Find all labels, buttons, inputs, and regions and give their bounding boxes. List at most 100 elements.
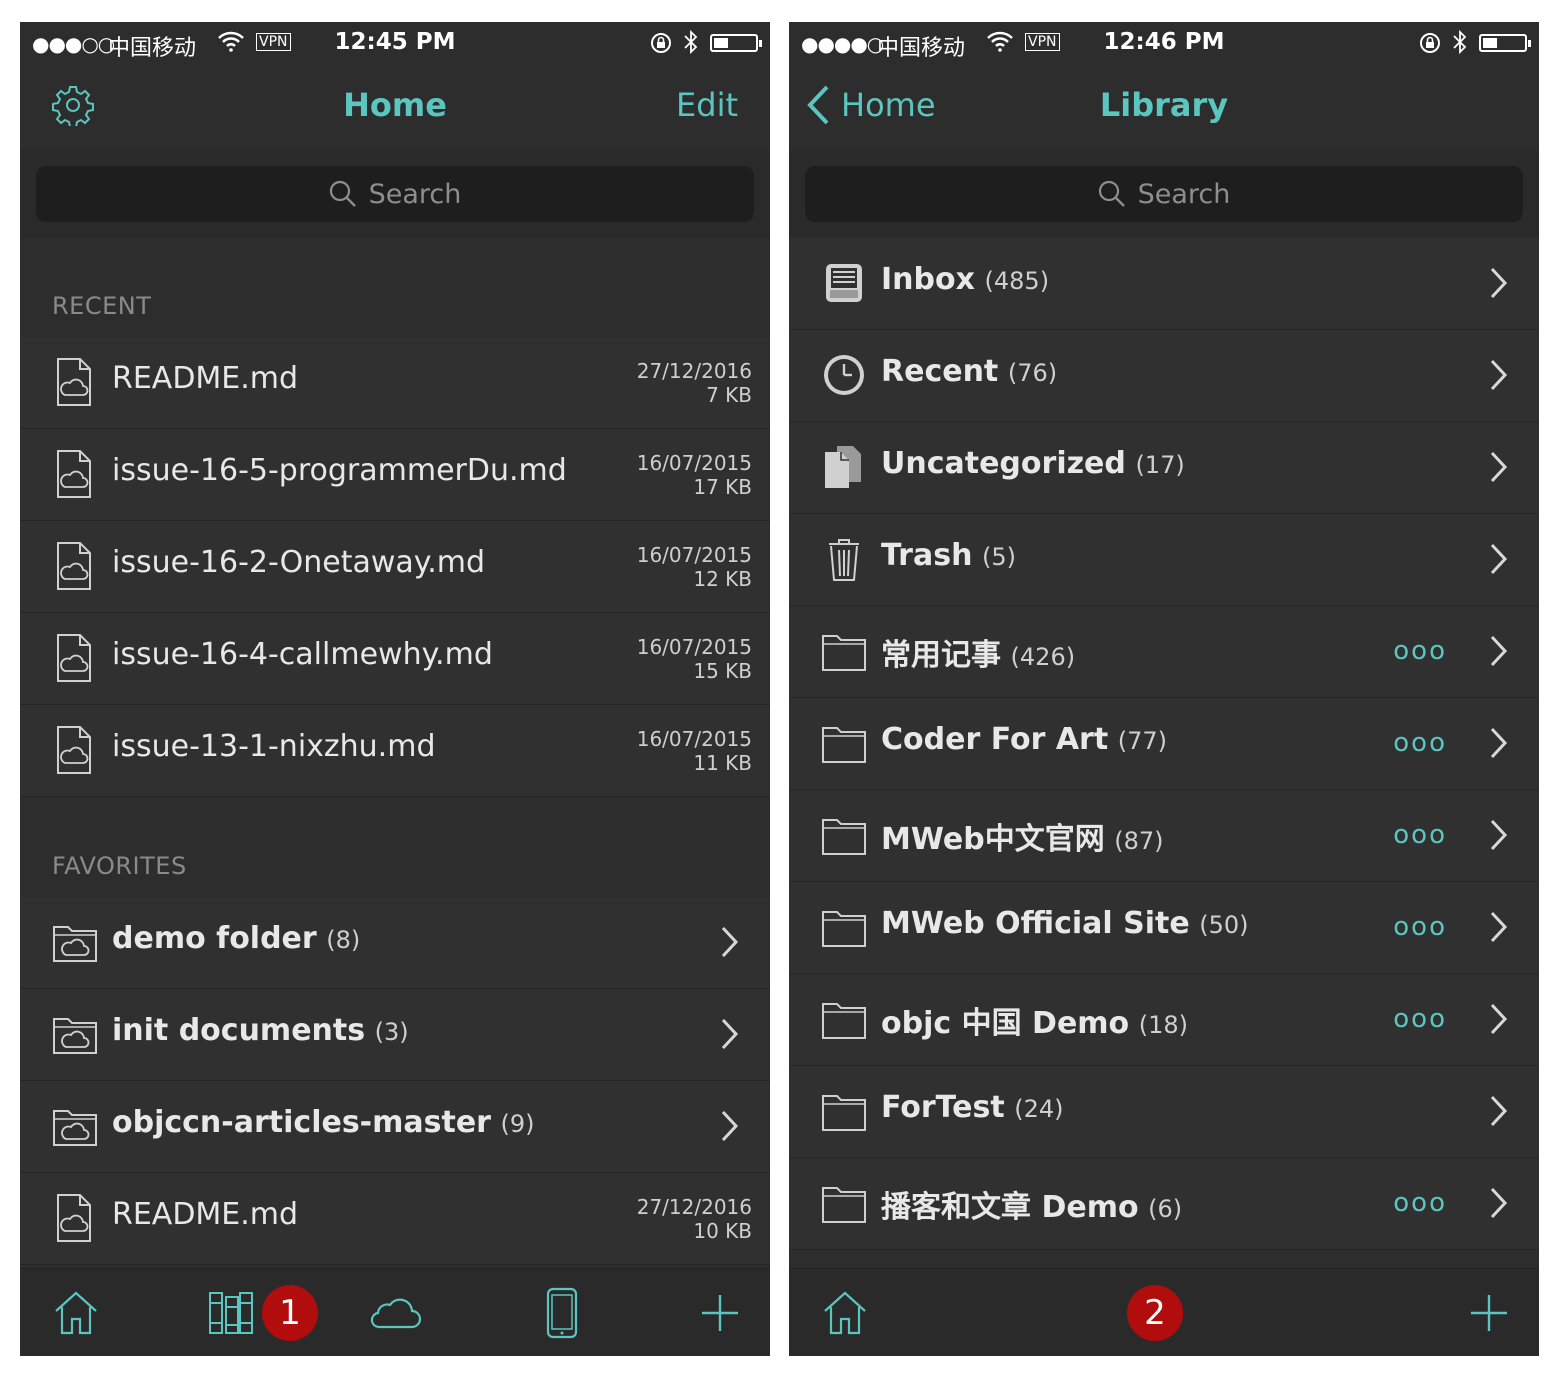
library-item-mweb-official-site[interactable]: MWeb Official Site (50) ooo	[789, 882, 1539, 974]
library-item-objc-demo[interactable]: objc 中国 Demo (18) ooo	[789, 974, 1539, 1066]
library-item-label: Recent (76)	[881, 354, 1057, 389]
folder-count: (8)	[326, 926, 361, 954]
home-tab-icon[interactable]	[819, 1287, 871, 1339]
library-item-item[interactable]: 常用记事 (426) ooo	[789, 606, 1539, 698]
file-name: issue-13-1-nixzhu.md	[112, 729, 436, 764]
recent-section-header: RECENT	[52, 292, 152, 320]
library-item-mweb[interactable]: MWeb中文官网 (87) ooo	[789, 790, 1539, 882]
library-item-fortest[interactable]: ForTest (24)	[789, 1066, 1539, 1158]
folder-cloud-icon	[52, 1101, 97, 1151]
inbox-icon	[821, 260, 867, 306]
file-date: 16/07/2015	[636, 451, 752, 475]
favorite-folder-row[interactable]: demo folder (8)	[20, 897, 770, 989]
tab-bar: 1	[20, 1268, 770, 1356]
library-item-trash[interactable]: Trash (5)	[789, 514, 1539, 606]
edit-button[interactable]: Edit	[676, 86, 738, 124]
chevron-right-icon	[1489, 1002, 1509, 1036]
library-item-count: (485)	[984, 267, 1050, 295]
search-input[interactable]: Search	[805, 166, 1523, 222]
library-item-label: Uncategorized (17)	[881, 446, 1185, 481]
file-name: README.md	[112, 361, 299, 396]
search-placeholder: Search	[368, 178, 462, 210]
more-options-icon[interactable]: ooo	[1393, 636, 1447, 666]
add-icon[interactable]	[694, 1287, 746, 1339]
home-screen: ●●●○○ 中国移动 VPN 12:45 PM Home Edit Search…	[20, 22, 770, 1356]
library-item-count: (426)	[1010, 643, 1076, 671]
library-item-count: (17)	[1135, 451, 1185, 479]
file-size: 7 KB	[706, 383, 752, 407]
favorite-folder-row[interactable]: init documents (3)	[20, 989, 770, 1081]
clock-icon	[821, 352, 867, 398]
rotation-lock-icon	[1420, 33, 1440, 53]
file-size: 11 KB	[693, 751, 752, 775]
file-cloud-icon	[52, 541, 96, 591]
favorite-folder-row[interactable]: objccn-articles-master (9)	[20, 1081, 770, 1173]
device-tab-icon[interactable]	[536, 1287, 588, 1339]
library-item-demo[interactable]: 播客和文章 Demo (6) ooo	[789, 1158, 1539, 1250]
more-options-icon[interactable]: ooo	[1393, 912, 1447, 942]
folder-label: objccn-articles-master (9)	[112, 1105, 535, 1140]
search-input[interactable]: Search	[36, 166, 754, 222]
file-meta: 16/07/2015 15 KB	[637, 635, 752, 683]
library-item-name: 常用记事	[881, 638, 1001, 673]
folder-name: init documents	[112, 1013, 366, 1048]
favorite-file-row[interactable]: README.md 27/12/2016 10 KB	[20, 1173, 770, 1265]
library-item-label: 常用记事 (426)	[881, 630, 1075, 674]
more-options-icon[interactable]: ooo	[1393, 728, 1447, 758]
file-size: 17 KB	[693, 475, 752, 499]
search-icon	[329, 180, 356, 207]
library-item-name: 播客和文章 Demo	[881, 1190, 1139, 1225]
search-bar: Search	[20, 150, 770, 238]
home-tab-icon[interactable]	[50, 1287, 102, 1339]
more-options-icon[interactable]: ooo	[1393, 1004, 1447, 1034]
chevron-right-icon	[1489, 1186, 1509, 1220]
folder-icon	[821, 996, 867, 1042]
search-placeholder: Search	[1137, 178, 1231, 210]
recent-file-row[interactable]: README.md 27/12/2016 7 KB	[20, 337, 770, 429]
library-item-uncategorized[interactable]: Uncategorized (17)	[789, 422, 1539, 514]
status-bar: ●●●●○ 中国移动 VPN 12:46 PM	[789, 22, 1539, 64]
documents-icon	[821, 444, 867, 490]
library-item-name: MWeb中文官网	[881, 822, 1105, 857]
battery-icon	[710, 34, 762, 52]
library-item-inbox[interactable]: Inbox (485)	[789, 238, 1539, 330]
library-item-name: Coder For Art	[881, 722, 1109, 757]
library-item-count: (6)	[1148, 1195, 1183, 1223]
file-date: 16/07/2015	[636, 727, 752, 751]
file-size: 15 KB	[693, 659, 752, 683]
tab-bar: 2	[789, 1268, 1539, 1356]
file-name: issue-16-4-callmewhy.md	[112, 637, 493, 672]
folder-icon	[821, 1088, 867, 1134]
library-item-name: objc 中国 Demo	[881, 1006, 1130, 1041]
add-icon[interactable]	[1463, 1287, 1515, 1339]
file-meta: 16/07/2015 12 KB	[637, 543, 752, 591]
recent-file-row[interactable]: issue-16-4-callmewhy.md 16/07/2015 15 KB	[20, 613, 770, 705]
library-item-coder-for-art[interactable]: Coder For Art (77) ooo	[789, 698, 1539, 790]
more-options-icon[interactable]: ooo	[1393, 1188, 1447, 1218]
library-tab-icon[interactable]	[206, 1287, 258, 1339]
library-item-recent[interactable]: Recent (76)	[789, 330, 1539, 422]
recent-file-row[interactable]: issue-13-1-nixzhu.md 16/07/2015 11 KB	[20, 705, 770, 797]
more-options-icon[interactable]: ooo	[1393, 820, 1447, 850]
library-item-count: (50)	[1199, 911, 1249, 939]
file-date: 27/12/2016	[636, 1195, 752, 1219]
chevron-right-icon	[1489, 1094, 1509, 1128]
file-size: 10 KB	[693, 1219, 752, 1243]
chevron-right-icon	[1489, 726, 1509, 760]
recent-file-row[interactable]: issue-16-5-programmerDu.md 16/07/2015 17 K…	[20, 429, 770, 521]
file-cloud-icon	[52, 1193, 96, 1243]
file-size: 12 KB	[693, 567, 752, 591]
library-item-label: Trash (5)	[881, 538, 1016, 573]
search-icon	[1098, 180, 1125, 207]
file-cloud-icon	[52, 449, 96, 499]
folder-name: demo folder	[112, 921, 317, 956]
step-badge-1: 1	[262, 1285, 318, 1341]
library-item-name: Inbox	[881, 262, 975, 297]
folder-label: demo folder (8)	[112, 921, 360, 956]
recent-file-row[interactable]: issue-16-2-Onetaway.md 16/07/2015 12 KB	[20, 521, 770, 613]
cloud-tab-icon[interactable]	[368, 1287, 424, 1339]
rotation-lock-icon	[651, 33, 671, 53]
folder-icon	[821, 628, 867, 674]
library-item-count: (24)	[1014, 1095, 1064, 1123]
folder-icon	[821, 812, 867, 858]
